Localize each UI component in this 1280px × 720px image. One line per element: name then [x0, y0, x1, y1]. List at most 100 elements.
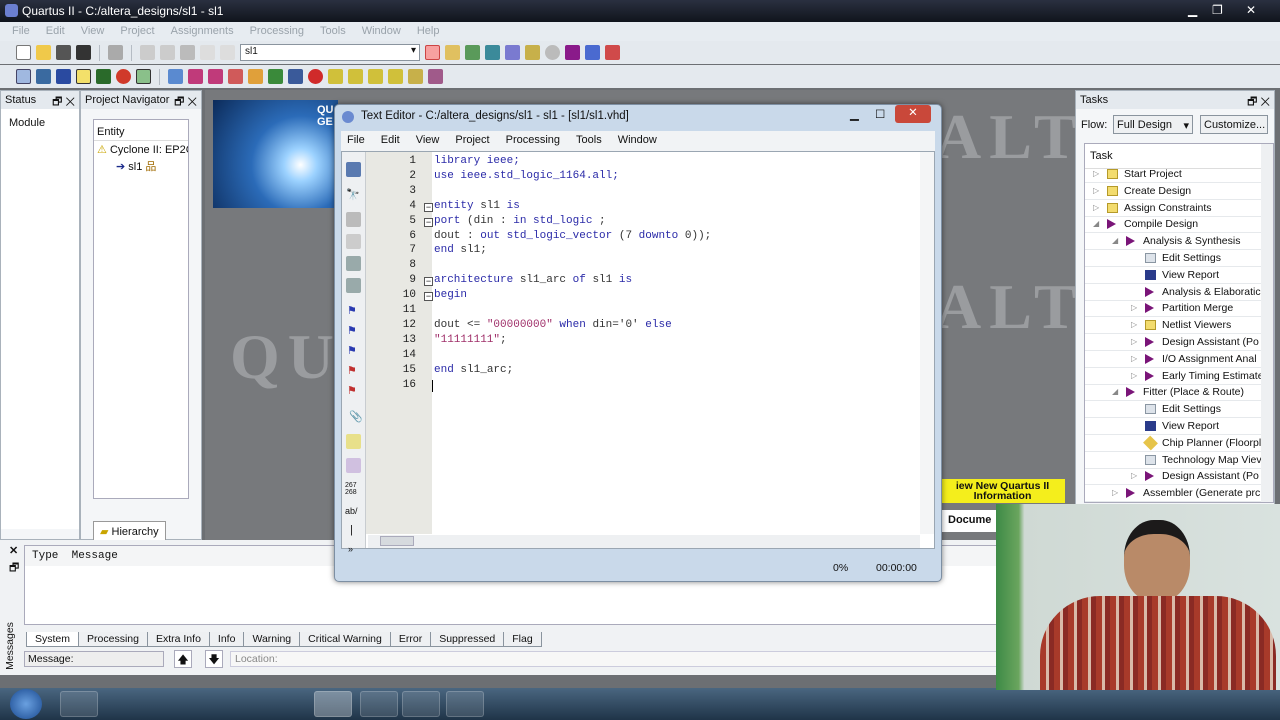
tool-icon[interactable] [408, 69, 423, 84]
tab-warning[interactable]: Warning [243, 632, 301, 647]
tab-hierarchy[interactable]: ▰ Hierarchy [93, 521, 166, 542]
clear-bookmark-icon[interactable]: ⚑ [347, 364, 357, 377]
analysis-icon[interactable] [485, 45, 500, 60]
stop-icon[interactable] [545, 45, 560, 60]
device-row[interactable]: ⚠ Cyclone II: EP2C [94, 141, 188, 158]
expand-arrow-icon[interactable]: ▷ [1131, 471, 1137, 480]
tab-system[interactable]: System [26, 632, 80, 647]
settings-icon[interactable] [445, 45, 460, 60]
task-item[interactable]: ◢ Analysis & Synthesis [1085, 233, 1263, 251]
task-item[interactable]: ◢ Fitter (Place & Route) [1085, 384, 1263, 402]
editor-menu-file[interactable]: File [347, 134, 365, 148]
chip-editor-icon[interactable] [425, 45, 440, 60]
horizontal-scrollbar[interactable] [368, 535, 920, 548]
menu-view[interactable]: View [81, 25, 105, 38]
tool-icon[interactable] [228, 69, 243, 84]
refresh-icon[interactable] [116, 69, 131, 84]
menu-tools[interactable]: Tools [320, 25, 346, 38]
expand-arrow-icon[interactable]: ▷ [1131, 371, 1137, 380]
excel-taskbar-icon[interactable] [360, 691, 398, 717]
panel-controls[interactable]: 🗗 ✕ [174, 93, 197, 112]
float-icon[interactable]: 🗗 [9, 559, 19, 578]
expand-arrow-icon[interactable]: ▷ [1093, 169, 1099, 178]
tool-icon[interactable] [328, 69, 343, 84]
tool-icon[interactable] [348, 69, 363, 84]
remote-taskbar-icon[interactable] [402, 691, 440, 717]
tab-flag[interactable]: Flag [503, 632, 542, 647]
entity-row[interactable]: ➔ sl1 品 [94, 158, 188, 174]
prev-bookmark-icon[interactable]: ⚑ [347, 344, 357, 357]
flow-select[interactable]: Full Design ▾ [1113, 115, 1193, 134]
scroll-icon[interactable] [346, 434, 361, 449]
tab-suppressed[interactable]: Suppressed [430, 632, 505, 647]
tool-icon[interactable] [428, 69, 443, 84]
maximize-button[interactable]: ☐ [875, 107, 885, 121]
menu-window[interactable]: Window [362, 25, 401, 38]
task-item[interactable]: ▷ Create Design [1085, 183, 1263, 200]
timing-icon[interactable] [585, 45, 600, 60]
minimize-button[interactable]: ▁ [1188, 3, 1197, 17]
fitter-icon[interactable] [525, 45, 540, 60]
menu-edit[interactable]: Edit [46, 25, 65, 38]
copy-icon[interactable] [160, 45, 175, 60]
find-icon[interactable]: 🔭 [346, 188, 360, 201]
task-item[interactable]: ▷ Design Assistant (Po [1085, 334, 1263, 351]
editor-menu-project[interactable]: Project [455, 134, 489, 148]
brackets-icon[interactable] [346, 234, 361, 249]
customize-button[interactable]: Customize... [1200, 115, 1268, 134]
expand-arrow-icon[interactable]: ◢ [1093, 219, 1099, 228]
task-item[interactable]: Edit Settings [1085, 250, 1263, 267]
menu-help[interactable]: Help [417, 25, 440, 38]
task-item[interactable]: Technology Map Viev [1085, 452, 1263, 469]
task-item[interactable]: ▷ Start Project [1085, 166, 1263, 183]
outdent-icon[interactable] [346, 278, 361, 293]
vertical-scrollbar[interactable] [920, 152, 934, 534]
report-icon[interactable] [96, 69, 111, 84]
expand-arrow-icon[interactable]: ▷ [1131, 354, 1137, 363]
close-button[interactable]: ✕ [1246, 3, 1256, 17]
expand-arrow-icon[interactable]: ▷ [1131, 320, 1137, 329]
task-item[interactable]: ◢ Compile Design [1085, 216, 1263, 234]
editor-menu-window[interactable]: Window [618, 134, 657, 148]
tool-icon[interactable] [268, 69, 283, 84]
tool-icon[interactable] [388, 69, 403, 84]
project-icon[interactable] [16, 69, 31, 84]
location-field[interactable]: Location: [230, 651, 1000, 667]
task-item[interactable]: View Report [1085, 267, 1263, 284]
undo-icon[interactable] [200, 45, 215, 60]
document-tab[interactable]: Docume [942, 510, 1002, 532]
open-icon[interactable] [36, 45, 51, 60]
editor-menu-tools[interactable]: Tools [576, 134, 602, 148]
task-scrollbar[interactable] [1261, 144, 1273, 502]
task-item[interactable]: ▷ Partition Merge [1085, 300, 1263, 318]
previous-message-button[interactable]: 🡅 [174, 650, 192, 668]
next-bookmark-icon[interactable]: ⚑ [347, 324, 357, 337]
fold-toggle-icon[interactable]: − [424, 202, 433, 212]
next-message-button[interactable]: 🡇 [205, 650, 223, 668]
quartus-taskbar-icon[interactable] [314, 691, 352, 717]
tool-icon[interactable] [208, 69, 223, 84]
synthesis-icon[interactable] [505, 45, 520, 60]
minimize-button[interactable]: ▁ [850, 107, 859, 121]
menu-file[interactable]: File [12, 25, 30, 38]
vlc-taskbar-icon[interactable] [188, 691, 226, 717]
task-item[interactable]: ▷ I/O Assignment Anal [1085, 351, 1263, 368]
task-item[interactable]: ▷ Early Timing Estimate [1085, 368, 1263, 385]
expand-arrow-icon[interactable]: ▷ [1093, 203, 1099, 212]
expand-arrow-icon[interactable]: ▷ [1093, 186, 1099, 195]
tool-icon[interactable] [288, 69, 303, 84]
redo-icon[interactable] [220, 45, 235, 60]
bookmark-icon[interactable]: ⚑ [347, 304, 357, 317]
fold-toggle-icon[interactable]: − [424, 217, 433, 227]
start-compilation-icon[interactable] [565, 45, 580, 60]
app-taskbar-icon[interactable] [274, 691, 312, 717]
clear-all-bookmarks-icon[interactable]: ⚑ [347, 384, 357, 397]
maximize-button[interactable]: ❐ [1212, 3, 1223, 17]
attach-icon[interactable]: 📎 [349, 410, 363, 423]
netlist-icon[interactable] [36, 69, 51, 84]
pin-planner-icon[interactable] [56, 69, 71, 84]
project-select[interactable]: sl1 [240, 44, 420, 61]
save-all-icon[interactable] [76, 45, 91, 60]
menu-processing[interactable]: Processing [250, 25, 304, 38]
new-file-icon[interactable] [16, 45, 31, 60]
